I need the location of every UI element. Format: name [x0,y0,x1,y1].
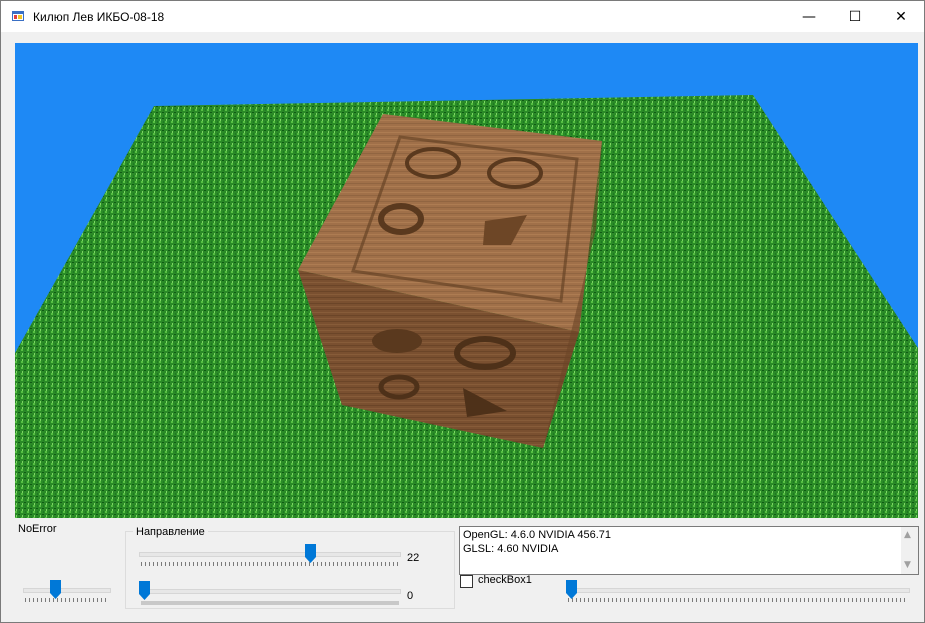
info-line-opengl: OpenGL: 4.6.0 NVIDIA 456.71 [463,529,611,541]
slider-ticks [141,601,399,605]
slider-thumb[interactable] [139,581,150,600]
minimize-button[interactable]: — [786,1,832,32]
slider-ticks [141,562,399,566]
slider-ticks [568,598,908,602]
right-slider[interactable] [566,580,910,605]
maximize-button[interactable]: ☐ [832,1,878,32]
title-bar[interactable]: Килюп Лев ИКБО-08-18 — ☐ ✕ [1,1,924,32]
direction-slider-2-value: 0 [407,590,414,602]
close-button[interactable]: ✕ [878,1,924,32]
direction-slider-2[interactable] [139,581,401,606]
slider-track [23,588,111,593]
window-title: Килюп Лев ИКБО-08-18 [33,10,165,24]
scene-render [15,43,918,518]
opengl-viewport[interactable] [15,43,918,518]
maximize-icon: ☐ [848,8,862,25]
direction-group-caption: Направление [133,526,208,538]
slider-thumb[interactable] [304,544,316,563]
checkbox-1[interactable] [460,575,473,588]
left-slider[interactable] [23,580,111,605]
scroll-up-icon[interactable]: ▲ [904,530,911,540]
main-window: Килюп Лев ИКБО-08-18 — ☐ ✕ NoError Напра… [0,0,925,623]
checkbox-1-label: checkBox1 [478,574,532,586]
direction-slider-1[interactable] [139,544,401,569]
close-icon: ✕ [895,8,907,25]
direction-slider-1-value: 22 [407,552,420,564]
textbox-scrollbar[interactable]: ▲ ▼ [901,527,918,574]
info-textbox[interactable]: OpenGL: 4.6.0 NVIDIA 456.71 GLSL: 4.60 N… [459,526,919,575]
minimize-icon: — [802,8,816,25]
slider-track [139,589,401,594]
slider-track [139,552,401,557]
info-line-glsl: GLSL: 4.60 NVIDIA [463,543,559,555]
slider-ticks [25,598,109,602]
scroll-down-icon[interactable]: ▼ [904,560,911,570]
slider-track [566,588,910,593]
app-icon [12,11,24,21]
slider-thumb[interactable] [49,580,61,599]
error-status-label: NoError [18,523,57,535]
slider-thumb[interactable] [566,580,577,599]
